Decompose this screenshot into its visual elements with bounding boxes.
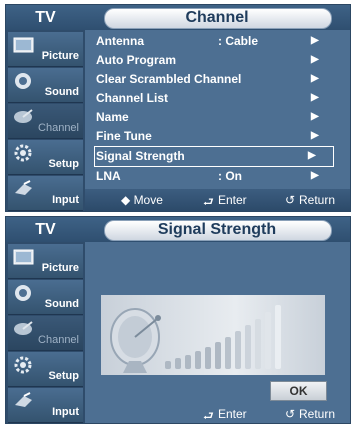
return-icon: ↺ (285, 407, 296, 421)
tv-label: TV (35, 9, 56, 26)
arrow-right-icon: ▶ (308, 150, 316, 161)
channel-menu-panel: TV Channel Picture Sound Channel Setup I… (5, 4, 351, 212)
menu-item-label: Channel List (96, 91, 169, 105)
menu-item-channel-list[interactable]: Channel List ▶ (96, 89, 336, 108)
menu-item-label: Name (96, 110, 129, 124)
sidebar-item-setup[interactable]: Setup (8, 140, 83, 175)
menu-item-value: : Cable (218, 34, 259, 48)
enter-icon: ⮐ (203, 409, 214, 423)
signal-strength-display (101, 295, 325, 375)
sidebar-item-sound[interactable]: Sound (8, 68, 83, 103)
move-hint: ◆ Move (121, 193, 163, 207)
picture-icon (13, 249, 34, 265)
return-hint: Return (299, 193, 336, 207)
sidebar-item-label: Input (52, 406, 79, 418)
menu-item-antenna[interactable]: Antenna : Cable ▶ (96, 32, 336, 51)
sidebar-item-input[interactable]: Input (8, 388, 83, 423)
menu-item-value: : On (218, 169, 242, 183)
sidebar: Picture Sound Channel Setup Input (6, 242, 85, 423)
signal-strength-panel: TV Signal Strength Picture Sound Channel (5, 216, 351, 424)
arrow-right-icon: ▶ (311, 92, 319, 103)
menu-item-label: LNA (96, 169, 121, 183)
menu-item-name[interactable]: Name ▶ (96, 108, 336, 127)
tv-label: TV (35, 221, 56, 238)
sidebar-item-channel[interactable]: Channel (8, 104, 83, 139)
sidebar-item-sound[interactable]: Sound (8, 280, 83, 315)
sidebar-item-label: Picture (41, 262, 79, 274)
ok-button[interactable]: OK (270, 381, 327, 401)
enter-icon: ⮐ (203, 195, 214, 209)
return-icon: ↺ (285, 193, 296, 207)
sidebar-item-channel[interactable]: Channel (8, 316, 83, 351)
sidebar-item-picture[interactable]: Picture (8, 32, 83, 67)
menu-item-signal-strength[interactable]: Signal Strength ▶ (94, 146, 334, 167)
arrow-right-icon: ▶ (311, 54, 319, 65)
sidebar-item-label: Input (52, 194, 79, 206)
sidebar: Picture Sound Channel Setup Input (6, 30, 85, 211)
channel-icon (14, 321, 33, 335)
arrow-right-icon: ▶ (311, 170, 319, 181)
arrow-right-icon: ▶ (311, 73, 319, 84)
sound-icon (15, 73, 31, 89)
menu-item-label: Fine Tune (96, 129, 152, 143)
sidebar-item-label: Setup (48, 158, 79, 170)
menu-header: TV Signal Strength (6, 217, 350, 242)
channel-icon (14, 109, 33, 123)
enter-hint: Enter (218, 193, 247, 207)
enter-hint: Enter (218, 407, 247, 421)
input-icon (15, 180, 32, 195)
menu-footer: ◆ Move ⮐ Enter ↺ Return (85, 189, 350, 211)
arrow-right-icon: ▶ (311, 111, 319, 122)
sidebar-item-input[interactable]: Input (8, 176, 83, 211)
menu-header: TV Channel (6, 5, 350, 30)
sidebar-item-label: Sound (44, 86, 79, 98)
menu-item-label: Antenna (96, 34, 144, 48)
sidebar-item-label: Picture (41, 50, 79, 62)
sidebar-item-label: Channel (38, 334, 79, 346)
arrow-right-icon: ▶ (311, 35, 319, 46)
menu-title: Channel (185, 9, 249, 26)
sidebar-item-label: Channel (38, 122, 79, 134)
menu-item-label: Auto Program (96, 53, 177, 67)
menu-title: Signal Strength (157, 221, 277, 238)
sound-icon (15, 285, 31, 301)
menu-item-lna[interactable]: LNA : On ▶ (96, 167, 336, 186)
menu-item-auto-program[interactable]: Auto Program ▶ (96, 51, 336, 70)
channel-menu-list: Antenna : Cable ▶ Auto Program ▶ Clear S… (85, 30, 350, 187)
menu-item-clear-scrambled-channel[interactable]: Clear Scrambled Channel ▶ (96, 70, 336, 89)
sidebar-item-setup[interactable]: Setup (8, 352, 83, 387)
input-icon (15, 392, 32, 407)
setup-icon (14, 144, 32, 162)
setup-icon (14, 356, 32, 374)
picture-icon (13, 37, 34, 53)
menu-footer: ⮐ Enter ↺ Return (85, 407, 350, 423)
sidebar-item-label: Sound (44, 298, 79, 310)
sidebar-item-picture[interactable]: Picture (8, 244, 83, 279)
return-hint: Return (299, 407, 336, 421)
signal-bars-icon (165, 305, 281, 369)
menu-item-label: Signal Strength (96, 149, 185, 163)
sidebar-item-label: Setup (48, 370, 79, 382)
menu-item-label: Clear Scrambled Channel (96, 72, 242, 86)
arrow-right-icon: ▶ (311, 130, 319, 141)
menu-item-fine-tune[interactable]: Fine Tune ▶ (96, 127, 336, 146)
